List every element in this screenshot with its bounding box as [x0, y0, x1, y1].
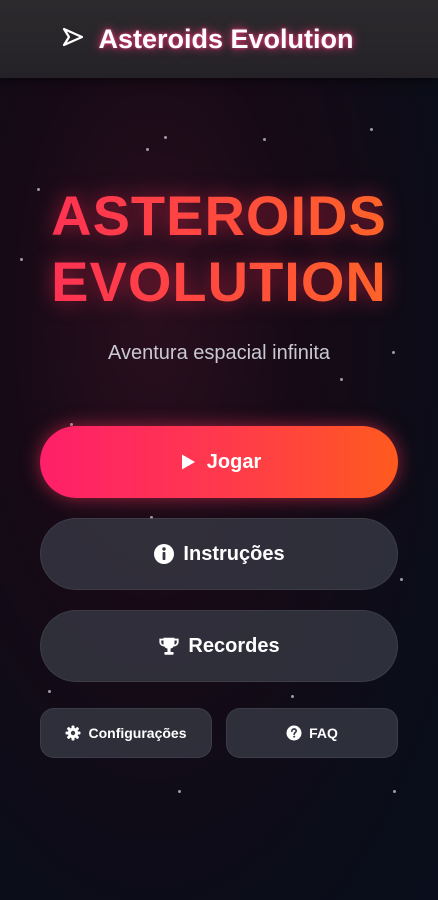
records-button-label: Recordes: [188, 634, 280, 657]
faq-button-label: FAQ: [309, 725, 338, 741]
app-title: Asteroids Evolution: [98, 23, 354, 54]
settings-button-label: Configurações: [88, 725, 187, 741]
play-button[interactable]: Jogar: [40, 426, 398, 498]
instructions-button[interactable]: Instruções: [40, 518, 398, 590]
hero-title: ASTEROIDS EVOLUTION: [0, 183, 438, 315]
play-icon: [177, 451, 199, 473]
trophy-icon: [158, 635, 180, 657]
question-icon: [286, 725, 302, 741]
instructions-button-label: Instruções: [183, 542, 285, 565]
faq-button[interactable]: FAQ: [226, 708, 398, 758]
hero-subtitle: Aventura espacial infinita: [108, 342, 330, 364]
records-button[interactable]: Recordes: [40, 610, 398, 682]
hero-title-line-1: ASTEROIDS: [0, 183, 438, 249]
settings-button[interactable]: Configurações: [40, 708, 212, 758]
info-icon: [153, 543, 175, 565]
gear-icon: [65, 725, 81, 741]
hero-title-line-2: EVOLUTION: [0, 249, 438, 315]
app-header: Asteroids Evolution: [0, 0, 438, 78]
play-button-label: Jogar: [206, 450, 262, 473]
spaceship-icon: [62, 27, 84, 47]
